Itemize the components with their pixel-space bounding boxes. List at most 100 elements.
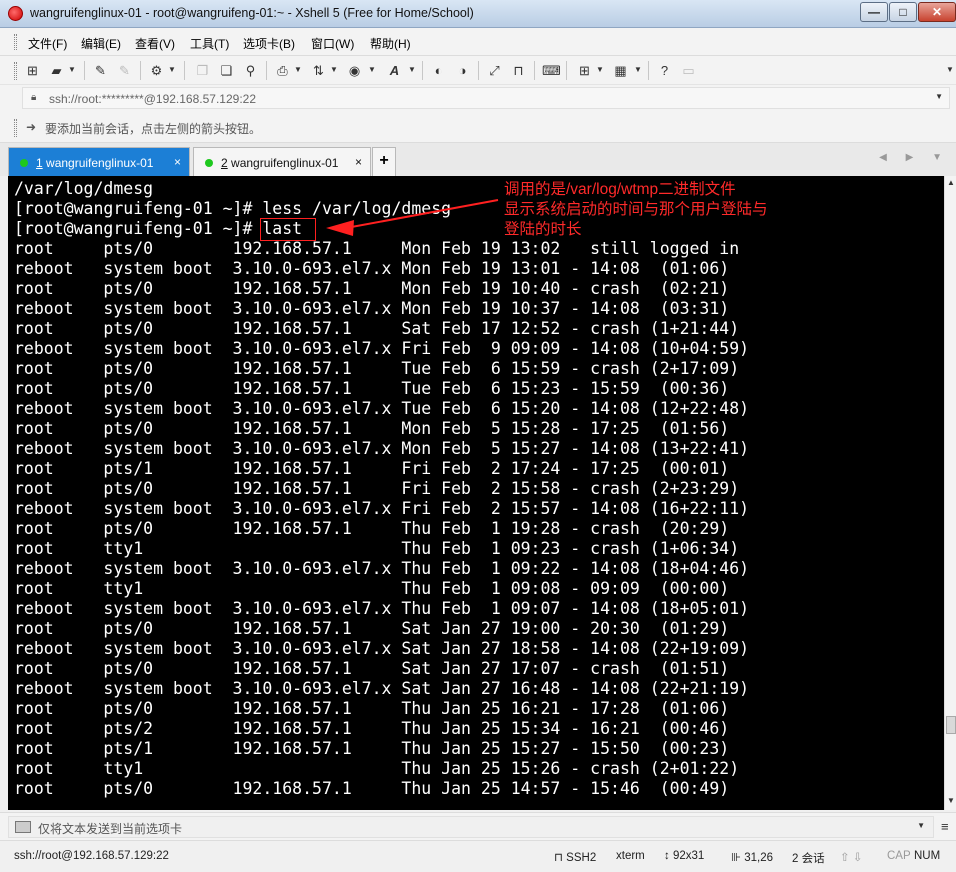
tab-label: 1 wangruifenglinux-01: [36, 156, 153, 170]
help-icon[interactable]: ?: [656, 62, 673, 79]
terminal-line: root pts/0 192.168.57.1 Sat Feb 17 12:52…: [14, 319, 740, 338]
terminal-line: reboot system boot 3.10.0-693.el7.x Thu …: [14, 599, 750, 618]
send-menu-icon[interactable]: ≡: [941, 819, 949, 834]
tab-title: wangruifenglinux-01: [227, 156, 339, 170]
status-sessions: 2 会话: [792, 853, 825, 865]
terminal-line: root pts/0 192.168.57.1 Thu Feb 1 19:28 …: [14, 519, 730, 538]
terminal-line: root pts/0 192.168.57.1 Sat Jan 27 17:07…: [14, 659, 730, 678]
toolbar-separator: [184, 61, 185, 80]
add-tab-icon[interactable]: ⊞: [576, 62, 593, 79]
layout-icon[interactable]: ▦: [612, 62, 629, 79]
address-field[interactable]: 🔒︎ ssh://root:*********@192.168.57.129:2…: [22, 87, 950, 109]
globe-icon[interactable]: ◉: [346, 62, 363, 79]
terminal-line: root pts/0 192.168.57.1 Sat Jan 27 19:00…: [14, 619, 730, 638]
status-size: ↕ 92x31: [664, 850, 704, 862]
close-button[interactable]: ✕: [918, 2, 956, 22]
status-num: NUM: [914, 850, 941, 862]
chat-icon[interactable]: ▭: [680, 62, 697, 79]
status-cursor-text: 31,26: [744, 852, 773, 864]
terminal-scrollbar[interactable]: ▲ ▼: [944, 176, 956, 810]
terminal-line: root pts/0 192.168.57.1 Thu Jan 25 14:57…: [14, 779, 730, 798]
menu-edit[interactable]: 编辑(E): [81, 35, 121, 52]
annotation-line: 调用的是/var/log/wtmp二进制文件: [504, 181, 736, 198]
open-folder-icon[interactable]: ▰: [48, 62, 65, 79]
terminal-area[interactable]: /var/log/dmesg [root@wangruifeng-01 ~]# l…: [8, 176, 944, 810]
keyboard-icon[interactable]: ⌨: [542, 62, 561, 79]
annotation-text: 调用的是/var/log/wtmp二进制文件 显示系统启动的时间与那个用户登陆与…: [504, 180, 804, 240]
padlock-icon: ⊓: [554, 852, 567, 864]
toolbar-separator: [534, 61, 535, 80]
properties-dropdown-icon[interactable]: ▼: [168, 65, 176, 74]
keyboard-icon: [15, 821, 31, 833]
menu-help[interactable]: 帮助(H): [370, 35, 411, 52]
scroll-thumb[interactable]: [946, 716, 956, 734]
terminal-line: reboot system boot 3.10.0-693.el7.x Fri …: [14, 499, 750, 518]
copy-icon[interactable]: ❐: [194, 62, 211, 79]
terminal-line: reboot system boot 3.10.0-693.el7.x Tue …: [14, 399, 750, 418]
title-bar: wangruifenglinux-01 - root@wangruifeng-0…: [0, 0, 956, 28]
terminal-line: root tty1 Thu Jan 25 15:26 - crash (2+01…: [14, 759, 740, 778]
tab-close-icon[interactable]: ×: [355, 155, 362, 169]
cursor-position-icon: ⊪: [731, 852, 745, 864]
add-tab-dropdown-icon[interactable]: ▼: [596, 65, 604, 74]
menu-window[interactable]: 窗口(W): [311, 35, 354, 52]
transfer-dropdown-icon[interactable]: ▼: [330, 65, 338, 74]
toolbar-grip[interactable]: [14, 62, 17, 80]
menu-file[interactable]: 文件(F): [28, 35, 67, 52]
print-icon[interactable]: ⎙: [274, 62, 291, 79]
tab-session-1[interactable]: 1 wangruifenglinux-01 ×: [8, 147, 190, 176]
menu-tools[interactable]: 工具(T): [190, 35, 229, 52]
terminal-line: reboot system boot 3.10.0-693.el7.x Mon …: [14, 259, 730, 278]
connect-icon[interactable]: ✎: [92, 62, 109, 79]
terminal-line: reboot system boot 3.10.0-693.el7.x Thu …: [14, 559, 750, 578]
lock-icon[interactable]: ⊓: [510, 62, 527, 79]
font-dropdown-icon[interactable]: ▼: [408, 65, 416, 74]
tab-session-2[interactable]: 2 wangruifenglinux-01 ×: [193, 147, 371, 176]
minimize-button[interactable]: —: [860, 2, 888, 22]
font-icon[interactable]: A: [386, 62, 403, 79]
fullscreen-icon[interactable]: ⤢: [486, 62, 503, 79]
resize-icon: ↕: [664, 850, 673, 862]
new-session-icon[interactable]: ⊞: [24, 62, 41, 79]
xftp-icon[interactable]: ◐: [430, 62, 447, 79]
properties-icon[interactable]: ⚙: [148, 62, 165, 79]
send-placeholder: 仅将文本发送到当前选项卡: [38, 822, 183, 836]
transfer-icon[interactable]: ⇅: [310, 62, 327, 79]
menu-view[interactable]: 查看(V): [135, 35, 175, 52]
xmanager-icon[interactable]: ◑: [454, 62, 471, 79]
toolbar-separator: [422, 61, 423, 80]
print-dropdown-icon[interactable]: ▼: [294, 65, 302, 74]
open-dropdown-icon[interactable]: ▼: [68, 65, 76, 74]
send-bar: 仅将文本发送到当前选项卡 ▼ ≡: [0, 812, 956, 840]
paste-icon[interactable]: ❏: [218, 62, 235, 79]
scroll-down-icon[interactable]: ▼: [947, 796, 955, 805]
find-icon[interactable]: ⚲: [242, 62, 259, 79]
maximize-button[interactable]: □: [889, 2, 917, 22]
toolbar-overflow-icon[interactable]: ▼: [946, 65, 954, 74]
address-dropdown-icon[interactable]: ▼: [935, 92, 943, 101]
new-tab-button[interactable]: +: [372, 147, 396, 176]
tab-navigation-icons[interactable]: ◀ ▶ ▼: [879, 152, 950, 163]
tab-label: 2 wangruifenglinux-01: [221, 156, 338, 170]
send-input[interactable]: 仅将文本发送到当前选项卡 ▼: [8, 816, 934, 838]
arrow-icon[interactable]: ➜: [26, 120, 36, 134]
terminal-line: root tty1 Thu Feb 1 09:23 - crash (1+06:…: [14, 539, 740, 558]
terminal-line: reboot system boot 3.10.0-693.el7.x Sat …: [14, 679, 750, 698]
padlock-icon: 🔒︎: [31, 92, 37, 103]
menu-tabs[interactable]: 选项卡(B): [243, 35, 295, 52]
hint-grip[interactable]: [14, 119, 17, 137]
annotation-line: 登陆的时长: [504, 221, 582, 238]
terminal-line: reboot system boot 3.10.0-693.el7.x Mon …: [14, 299, 730, 318]
send-dropdown-icon[interactable]: ▼: [917, 821, 925, 830]
tab-close-icon[interactable]: ×: [174, 155, 181, 169]
scroll-up-icon[interactable]: ▲: [947, 178, 955, 187]
menu-grip[interactable]: [14, 34, 17, 50]
connected-status-icon: [205, 159, 213, 167]
disconnect-icon[interactable]: ✎: [116, 62, 133, 79]
status-cursor: ⊪ 31,26: [731, 850, 773, 864]
terminal-line: reboot system boot 3.10.0-693.el7.x Sat …: [14, 639, 750, 658]
terminal-line: root pts/1 192.168.57.1 Thu Jan 25 15:27…: [14, 739, 730, 758]
session-nav-icons[interactable]: ⇧ ⇩: [840, 850, 862, 864]
layout-dropdown-icon[interactable]: ▼: [634, 65, 642, 74]
globe-dropdown-icon[interactable]: ▼: [368, 65, 376, 74]
